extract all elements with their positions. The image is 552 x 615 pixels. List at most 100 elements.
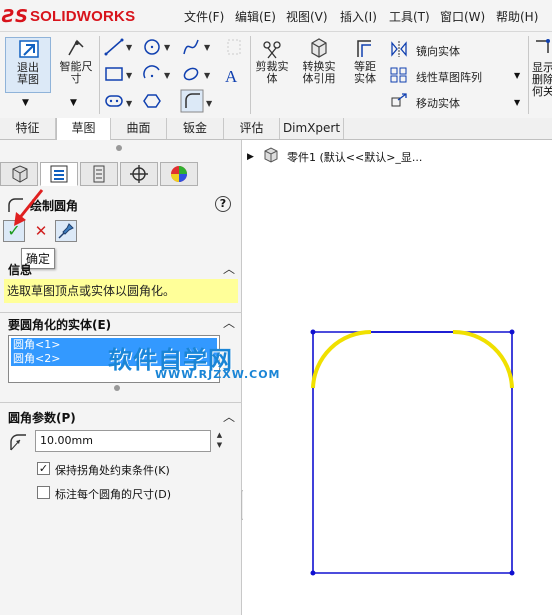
keep-visible-button[interactable] <box>55 220 77 242</box>
radius-input[interactable]: 10.00mm <box>35 430 211 452</box>
trim-label: 剪裁实体 <box>255 60 289 85</box>
offset-entities-button[interactable]: 等距实体 <box>345 37 385 93</box>
menu-bar: ƧS SOLIDWORKS 文件(F) 编辑(E) 视图(V) 插入(I) 工具… <box>0 0 552 32</box>
chevron-down-icon[interactable]: ▼ <box>22 98 29 108</box>
collapse-chevron-icon[interactable]: ︿ <box>223 408 235 425</box>
tab-sketch[interactable]: 草图 <box>56 118 111 140</box>
relations-label: 显示/删除几何关系 <box>532 61 552 98</box>
relations-icon <box>536 39 550 53</box>
crosshair-icon <box>130 165 148 183</box>
svg-text:▼: ▼ <box>204 43 211 52</box>
text-icon: A <box>225 67 238 86</box>
display-relations-button[interactable]: 显示/删除几何关系 <box>532 37 552 117</box>
tab-configuration-manager[interactable] <box>80 162 118 186</box>
dimension-each-checkbox[interactable] <box>37 486 50 499</box>
smart-dimension-label: 智能尺寸 <box>59 60 93 85</box>
dimension-each-label: 标注每个圆角的尺寸(D) <box>55 488 172 501</box>
exit-sketch-button[interactable]: 退出草图 <box>5 37 51 93</box>
chevron-down-icon[interactable]: ▼ <box>514 71 520 80</box>
smart-dimension-icon <box>68 39 84 56</box>
svg-text:▼: ▼ <box>164 43 171 52</box>
menu-view[interactable]: 视图(V) <box>286 8 328 25</box>
menu-edit[interactable]: 编辑(E) <box>235 8 276 25</box>
mirror-entities-button[interactable]: 镜向实体 <box>416 43 460 59</box>
move-icon <box>391 93 407 107</box>
tab-property-manager[interactable] <box>40 162 78 186</box>
svg-text:▼: ▼ <box>126 43 133 52</box>
convert-label: 转换实体引用 <box>302 60 336 85</box>
chevron-down-icon[interactable]: ▼ <box>70 98 77 108</box>
red-arrow-annotation <box>14 189 44 226</box>
circle-icon <box>144 39 160 55</box>
tab-dimxpert[interactable]: DimXpert <box>280 118 344 139</box>
slot-icon <box>105 95 123 107</box>
tab-evaluate[interactable]: 评估 <box>224 118 280 139</box>
mirror-icon <box>391 41 407 57</box>
exit-sketch-label: 退出草图 <box>17 61 39 86</box>
section-divider <box>0 312 242 313</box>
plane-icon <box>227 39 241 55</box>
trim-entities-button[interactable]: 剪裁实体 <box>252 37 292 93</box>
linear-pattern-button[interactable]: 线性草图阵列 <box>416 69 482 85</box>
chevron-down-icon[interactable]: ▼ <box>514 98 520 107</box>
listbox-resize-handle[interactable] <box>114 385 120 391</box>
tab-dimxpert-manager[interactable] <box>120 162 158 186</box>
tab-features[interactable]: 特征 <box>0 118 56 139</box>
radius-spinner[interactable]: ▲ ▼ <box>213 430 226 452</box>
move-entities-button[interactable]: 移动实体 <box>416 95 460 111</box>
params-section-header: 圆角参数(P) <box>8 411 76 425</box>
arc-icon <box>143 65 160 79</box>
ds-logo-icon: ƧS <box>2 5 28 27</box>
help-icon[interactable]: ? <box>215 196 231 212</box>
svg-text:▼: ▼ <box>204 71 211 80</box>
section-divider <box>0 402 242 403</box>
watermark-url: WWW.RJZXW.COM <box>155 368 281 381</box>
ellipse-icon <box>183 67 199 81</box>
command-tabs: 特征 草图 曲面 钣金 评估 DimXpert <box>0 118 552 140</box>
smart-dimension-button[interactable]: 智能尺寸 <box>55 37 97 93</box>
sketch-tools-grid: ▼ ▼ ▼ ▼ ▼ ▼ A ▼ ▼ <box>104 38 241 113</box>
keep-constrained-checkbox[interactable]: ✓ <box>37 462 50 475</box>
solidworks-logo[interactable]: ƧS SOLIDWORKS <box>2 4 135 28</box>
convert-entities-button[interactable]: 转换实体引用 <box>296 37 342 93</box>
trim-icon <box>263 41 281 59</box>
svg-text:▼: ▼ <box>126 71 133 80</box>
sketch-canvas <box>310 329 515 576</box>
rectangle-icon <box>105 67 123 81</box>
linear-pattern-icon <box>390 67 407 83</box>
command-manager: 退出草图 ▼ 智能尺寸 ▼ ▼ ▼ ▼ ▼ ▼ ▼ A ▼ ▼ 剪裁实体 转换实… <box>0 32 552 118</box>
sketch-points <box>310 329 515 576</box>
tab-sheet-metal[interactable]: 钣金 <box>167 118 224 139</box>
sketch-rectangle <box>312 331 513 574</box>
exit-sketch-icon <box>19 40 39 58</box>
tab-surfaces[interactable]: 曲面 <box>111 118 167 139</box>
splitter-handle[interactable] <box>116 145 122 151</box>
keep-constrained-label: 保持拐角处约束条件(K) <box>55 464 170 477</box>
pushpin-icon <box>58 223 74 239</box>
feature-tree-icon <box>12 165 28 183</box>
fillet-arc-1 <box>311 330 372 389</box>
offset-icon <box>357 40 371 57</box>
collapse-chevron-icon[interactable]: ︿ <box>223 260 235 277</box>
offset-label: 等距实体 <box>354 60 376 85</box>
svg-text:▼: ▼ <box>206 99 213 108</box>
spline-icon <box>183 39 199 55</box>
tab-display-manager[interactable] <box>160 162 198 186</box>
menu-window[interactable]: 窗口(W) <box>440 8 485 25</box>
toolbar-divider <box>250 36 251 114</box>
message-section-header: 信息 <box>8 263 33 277</box>
graphics-area[interactable]: ▶ 零件1 (默认<<默认>_显... <box>243 140 552 615</box>
line-icon <box>104 38 124 56</box>
menu-file[interactable]: 文件(F) <box>184 8 224 25</box>
toolbar-divider <box>99 36 100 114</box>
svg-text:▼: ▼ <box>164 71 171 80</box>
appearance-icon <box>171 166 187 182</box>
collapse-chevron-icon[interactable]: ︿ <box>223 314 235 331</box>
polygon-icon <box>143 94 161 108</box>
menu-tools[interactable]: 工具(T) <box>389 8 430 25</box>
menu-help[interactable]: 帮助(H) <box>496 8 538 25</box>
menu-insert[interactable]: 插入(I) <box>340 8 377 25</box>
fillet-radius-icon <box>10 434 26 451</box>
tab-feature-manager[interactable] <box>0 162 38 186</box>
entities-section-header: 要圆角化的实体(E) <box>8 318 112 332</box>
